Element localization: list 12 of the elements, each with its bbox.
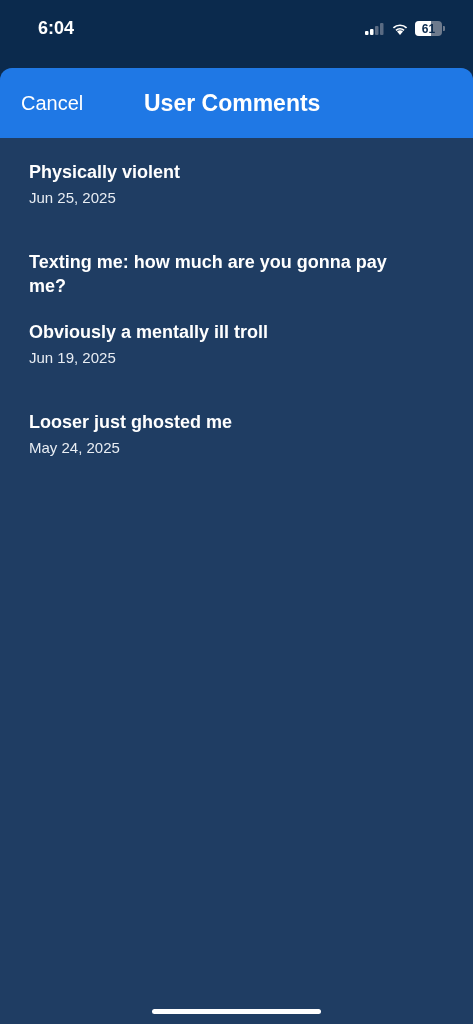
- cancel-button[interactable]: Cancel: [21, 91, 84, 115]
- comment-text: Physically violent: [29, 161, 182, 184]
- comment-date: Jun 25, 2025: [29, 189, 117, 206]
- comment-text: Looser just ghosted me: [29, 411, 234, 434]
- wifi-icon: [391, 22, 409, 35]
- signal-icon: [365, 22, 385, 35]
- sheet-title: User Comments: [144, 89, 321, 117]
- comment-date: Jun 19, 2025: [29, 349, 117, 366]
- comment-text: Texting me: how much are you gonna pay me?: [29, 251, 388, 298]
- status-time: 6:04: [38, 18, 75, 39]
- comment-text: Obviously a mentally ill troll: [29, 321, 270, 344]
- comment-date: May 24, 2025: [29, 439, 121, 456]
